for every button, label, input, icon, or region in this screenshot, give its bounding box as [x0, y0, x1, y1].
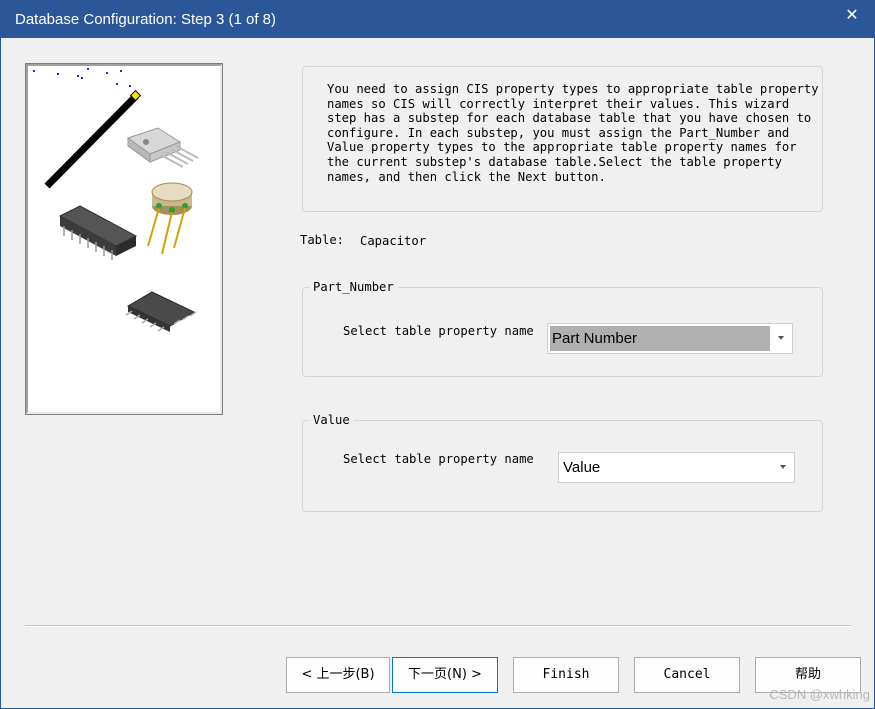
- watermark: CSDN @xwhking: [769, 687, 870, 702]
- description-box: You need to assign CIS property types to…: [302, 66, 823, 212]
- transistor-icon: [147, 182, 193, 255]
- value-combo[interactable]: Value: [558, 452, 795, 483]
- components-artwork: [33, 68, 199, 332]
- ic-chip-icon: [126, 127, 199, 168]
- finish-button[interactable]: Finish: [513, 657, 619, 693]
- magic-wand-icon: [44, 89, 142, 189]
- part-number-legend: Part_Number: [309, 280, 398, 294]
- table-name: Capacitor: [360, 234, 427, 248]
- dropdown-arrow-icon[interactable]: [780, 465, 786, 469]
- value-combo-value: Value: [563, 459, 601, 476]
- title-bar: Database Configuration: Step 3 (1 of 8) …: [1, 0, 875, 38]
- part-number-select-label: Select table property name: [343, 324, 534, 338]
- dip-chip-icon: [58, 205, 138, 260]
- description-text: You need to assign CIS property types to…: [327, 82, 819, 184]
- value-group: Value Select table property name Value: [302, 413, 823, 512]
- wizard-illustration: [25, 63, 223, 415]
- value-legend: Value: [309, 413, 354, 427]
- wizard-window: Database Configuration: Step 3 (1 of 8) …: [0, 0, 875, 709]
- part-number-combo[interactable]: Part Number: [547, 323, 793, 354]
- smd-chip-icon: [125, 291, 197, 332]
- next-button[interactable]: 下一页(N) >: [392, 657, 498, 693]
- window-title: Database Configuration: Step 3 (1 of 8): [15, 11, 276, 28]
- close-icon[interactable]: ✕: [840, 4, 864, 26]
- footer-divider: [25, 625, 851, 627]
- table-label: Table:: [300, 233, 345, 247]
- value-select-label: Select table property name: [343, 452, 534, 466]
- dropdown-arrow-icon[interactable]: [778, 336, 784, 340]
- back-button[interactable]: < 上一步(B): [286, 657, 390, 693]
- cancel-button[interactable]: Cancel: [634, 657, 740, 693]
- part-number-group: Part_Number Select table property name P…: [302, 280, 823, 377]
- part-number-combo-value: Part Number: [552, 330, 638, 347]
- sparkle-dots: [33, 68, 131, 87]
